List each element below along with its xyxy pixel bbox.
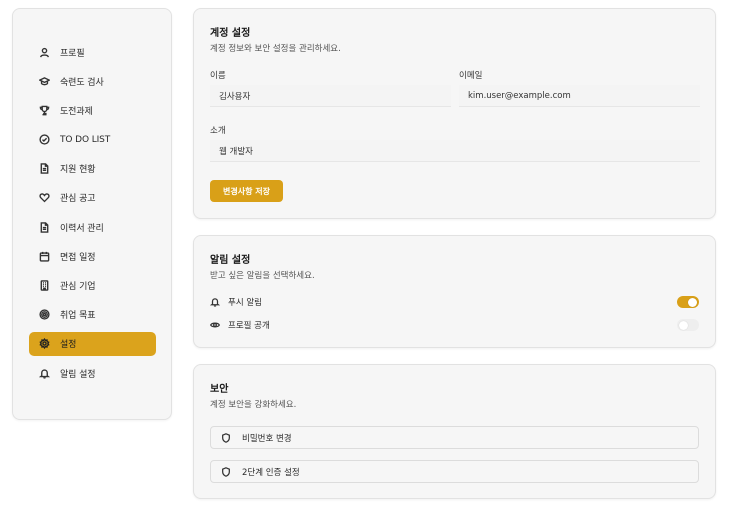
sidebar-item-label: 알림 설정 [60,369,96,380]
two-factor-button[interactable]: 2단계 인증 설정 [210,460,699,483]
check-circle-icon [38,134,50,146]
sidebar-item-settings[interactable]: 설정 [29,331,156,356]
change-password-label: 비밀번호 변경 [242,433,292,444]
document-icon [38,163,50,175]
name-field[interactable] [210,85,451,107]
bio-field[interactable] [210,140,700,162]
card-title: 알림 설정 [210,255,251,266]
profile-public-toggle[interactable] [677,319,699,331]
sidebar-item-label: 숙련도 검사 [60,77,104,88]
card-subtitle: 받고 싶은 알림을 선택하세요. [210,271,315,281]
sidebar-item-label: 관심 기업 [60,282,96,292]
toggle-knob [688,297,697,307]
sidebar-item-label: 취업 목표 [60,311,96,322]
email-label: 이메일 [459,71,483,81]
sidebar-item-label: TO DO LIST [60,134,111,145]
push-notification-row: 푸시 알림 [210,294,699,310]
profile-public-label: 프로필 공개 [228,321,270,331]
push-notification-label: 푸시 알림 [228,298,262,308]
sidebar-item-label: 면접 일정 [60,252,96,263]
trophy-icon [38,104,50,116]
sidebar-item-applications[interactable]: 지원 현황 [29,157,156,181]
bio-label: 소개 [210,126,226,136]
bell-icon [210,297,220,307]
change-password-button[interactable]: 비밀번호 변경 [210,426,699,449]
target-icon [38,309,50,321]
sidebar-item-challenges[interactable]: 도전과제 [29,98,156,122]
sidebar-item-label: 관심 공고 [60,194,96,205]
card-subtitle: 계정 정보와 보안 설정을 관리하세요. [210,44,341,54]
security-card: 보안 계정 보안을 강화하세요. 비밀번호 변경 2단계 인증 설정 [193,364,716,499]
push-notification-toggle[interactable] [677,296,699,308]
building-icon [38,280,50,292]
two-factor-label: 2단계 인증 설정 [242,467,300,478]
sidebar-item-notification-settings[interactable]: 알림 설정 [29,361,156,385]
sidebar-item-label: 이력서 관리 [60,223,104,234]
card-title: 계정 설정 [210,28,251,39]
bell-icon [38,367,50,379]
email-field[interactable] [459,85,700,107]
graduation-cap-icon [38,75,50,87]
sidebar-menu: 프로필 숙련도 검사 도전과제 TO DO LIST 지원 현황 관심 공고 이… [29,40,156,390]
heart-icon [38,192,50,204]
user-icon [38,46,50,58]
card-title: 보안 [210,384,229,395]
notification-settings-card: 알림 설정 받고 싶은 알림을 선택하세요. 푸시 알림 프로필 공개 [193,235,716,348]
sidebar-item-label: 지원 현황 [60,165,96,176]
calendar-icon [38,250,50,262]
sidebar-item-saved-jobs[interactable]: 관심 공고 [29,186,156,210]
sidebar: 프로필 숙련도 검사 도전과제 TO DO LIST 지원 현황 관심 공고 이… [12,8,172,420]
eye-icon [210,320,220,330]
shield-icon [221,432,231,443]
sidebar-item-interviews[interactable]: 면접 일정 [29,244,156,268]
document-icon [38,221,50,233]
sidebar-item-label: 도전과제 [60,106,93,117]
sidebar-item-label: 설정 [60,340,77,351]
name-label: 이름 [210,71,226,81]
sidebar-item-goals[interactable]: 취업 목표 [29,303,156,327]
save-button[interactable]: 변경사항 저장 [210,180,283,202]
gear-icon [38,338,50,350]
shield-icon [221,466,231,477]
toggle-knob [679,320,688,330]
sidebar-item-todo[interactable]: TO DO LIST [29,128,156,152]
profile-public-row: 프로필 공개 [210,317,699,333]
sidebar-item-resume[interactable]: 이력서 관리 [29,215,156,239]
sidebar-item-skill-test[interactable]: 숙련도 검사 [29,69,156,93]
sidebar-item-profile[interactable]: 프로필 [29,40,156,64]
sidebar-item-label: 프로필 [60,48,85,59]
account-settings-card: 계정 설정 계정 정보와 보안 설정을 관리하세요. 이름 이메일 소개 변경사… [193,8,716,219]
sidebar-item-companies[interactable]: 관심 기업 [29,274,156,298]
card-subtitle: 계정 보안을 강화하세요. [210,400,297,410]
